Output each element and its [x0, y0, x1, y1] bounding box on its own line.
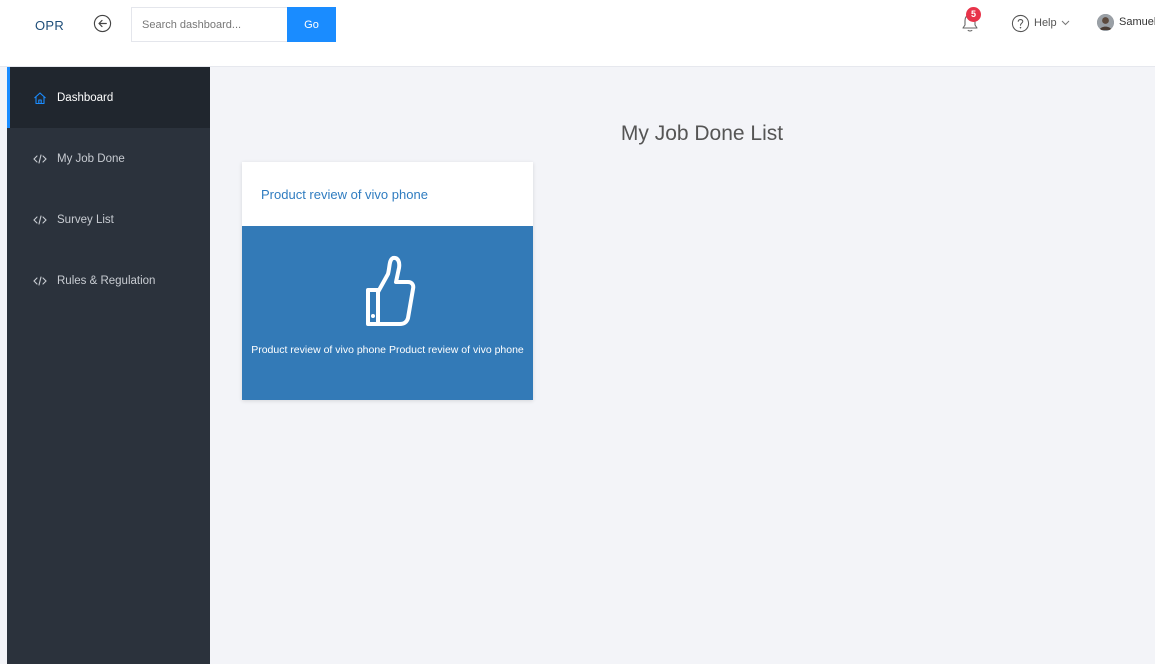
sidebar-item-label: Survey List: [57, 213, 114, 226]
code-icon: [33, 152, 47, 166]
card-header: Product review of vivo phone: [242, 162, 533, 226]
sidebar-item-survey-list[interactable]: Survey List: [7, 189, 210, 250]
thumbs-up-icon: [366, 255, 416, 326]
page-title: My Job Done List: [620, 122, 784, 145]
code-icon: [33, 274, 47, 288]
job-card[interactable]: Product review of vivo phone Product rev…: [242, 162, 533, 400]
sidebar-item-label: Dashboard: [57, 91, 114, 104]
card-body: Product review of vivo phone Product rev…: [242, 226, 533, 400]
help-menu[interactable]: Help: [1011, 13, 1070, 33]
search-input[interactable]: [131, 7, 287, 42]
code-icon: [33, 213, 47, 227]
user-name: Samuel: [1119, 16, 1155, 28]
question-icon: [1011, 14, 1030, 32]
sidebar-item-label: Rules & Regulation: [57, 274, 156, 287]
user-avatar-icon: [1097, 13, 1114, 31]
card-title[interactable]: Product review of vivo phone: [261, 187, 428, 202]
go-button[interactable]: Go: [287, 7, 336, 42]
sidebar: Dashboard My Job Done Survey List Rules …: [7, 67, 210, 664]
app-logo[interactable]: OPR: [35, 17, 64, 35]
home-icon: [33, 91, 47, 105]
sidebar-item-label: My Job Done: [57, 152, 125, 165]
sidebar-item-rules-regulation[interactable]: Rules & Regulation: [7, 250, 210, 311]
back-arrow-icon[interactable]: [93, 14, 112, 33]
avatar: [1097, 13, 1114, 31]
top-header: OPR Go 5 Help Samuel: [0, 0, 1155, 67]
sidebar-item-my-job-done[interactable]: My Job Done: [7, 128, 210, 189]
help-label: Help: [1034, 17, 1057, 29]
card-description: Product review of vivo phone Product rev…: [251, 344, 524, 356]
sidebar-item-dashboard[interactable]: Dashboard: [7, 67, 210, 128]
chevron-down-icon: [1061, 20, 1069, 26]
notification-badge: 5: [966, 7, 981, 22]
user-menu[interactable]: Samuel: [1097, 12, 1155, 32]
